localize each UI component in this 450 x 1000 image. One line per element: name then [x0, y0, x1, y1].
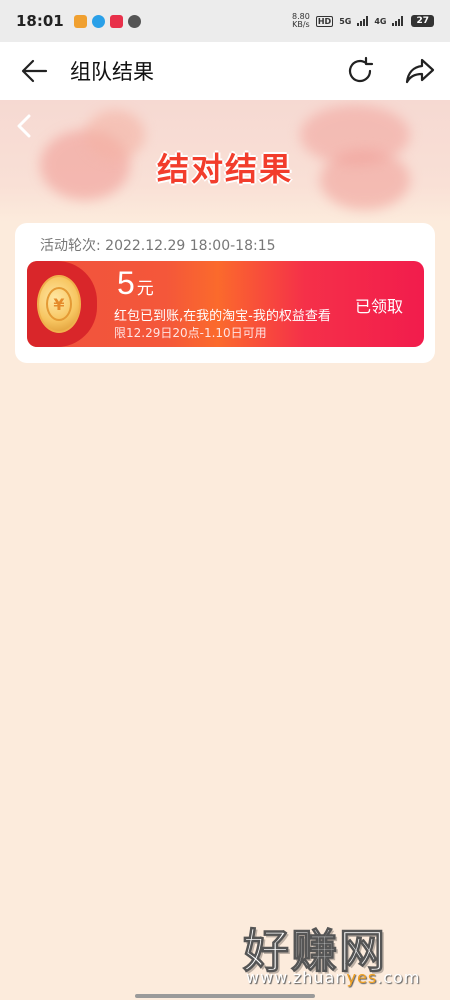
net-speed: 8.80 KB/s [292, 13, 310, 29]
banner-title: 结对结果 [156, 150, 293, 188]
coupon-amount-unit: 元 [136, 279, 154, 299]
shop-notification-icon [109, 14, 123, 28]
compass-notification-icon [127, 14, 141, 28]
coin-icon: ¥ [37, 275, 81, 333]
coin-panel: ¥ [27, 261, 97, 347]
claimed-status: 已领取 [355, 297, 404, 316]
watermark-url-highlight: yes [346, 968, 378, 987]
result-card: 活动轮次: 2022.12.29 18:00-18:15 ¥ 5 元 红包已到账… [15, 223, 435, 363]
share-icon[interactable] [404, 56, 436, 86]
refresh-icon[interactable] [344, 56, 376, 86]
watermark-url: www.zhuanyes.com [246, 968, 420, 987]
qq-notification-icon [91, 14, 105, 28]
status-bar: 18:01 8.80 KB/s HD 5G 4G 27 [0, 0, 450, 42]
coupon-amount-value: 5 [117, 265, 135, 301]
signal-4g-label: 4G [374, 16, 387, 26]
net-speed-unit: KB/s [292, 20, 310, 29]
chevron-left-icon[interactable] [12, 112, 36, 140]
signal-5g-label: 5G [339, 16, 352, 26]
activity-round: 活动轮次: 2022.12.29 18:00-18:15 [40, 238, 276, 254]
coupon-validity: 限12.29日20点-1.10日可用 [114, 326, 267, 340]
page-title: 组队结果 [70, 60, 154, 84]
notification-icons [73, 14, 141, 28]
coin-symbol: ¥ [46, 287, 72, 321]
app-notification-icon [73, 14, 87, 28]
result-banner: 结对结果 [0, 100, 450, 222]
battery-indicator: 27 [411, 15, 434, 27]
watermark-url-suffix: .com [377, 968, 421, 987]
top-nav: 组队结果 [0, 42, 450, 100]
signal-4g-icon [392, 16, 404, 26]
hd-badge: HD [315, 15, 334, 27]
home-indicator[interactable] [135, 994, 315, 998]
arrow-left-icon[interactable] [20, 58, 48, 84]
coupon-amount: 5 元 [117, 265, 154, 302]
signal-5g-icon [357, 16, 369, 26]
status-right: 8.80 KB/s HD 5G 4G 27 [292, 13, 434, 29]
coupon-description: 红包已到账,在我的淘宝-我的权益查看 [114, 309, 331, 324]
red-packet-coupon[interactable]: ¥ 5 元 红包已到账,在我的淘宝-我的权益查看 限12.29日20点-1.10… [27, 261, 424, 347]
status-time: 18:01 [16, 12, 64, 30]
watermark-url-prefix: www.zhuan [246, 968, 347, 987]
